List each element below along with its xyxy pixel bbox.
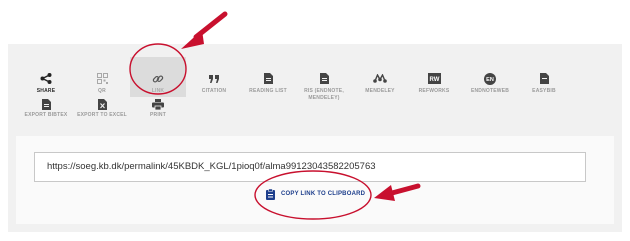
refworks-icon: RW: [406, 73, 462, 84]
quote-icon: [186, 73, 242, 84]
endnoteweb-icon: EN: [462, 72, 518, 85]
excel-icon: [74, 99, 130, 110]
copy-link-button[interactable]: COPY LINK TO CLIPBOARD: [262, 186, 366, 204]
link-icon: [130, 73, 186, 84]
clipboard-icon: [266, 189, 275, 200]
mendeley-icon: [352, 73, 408, 84]
easybib-icon: [516, 73, 572, 84]
document-icon: [18, 99, 74, 110]
easybib-label: EASYBIB: [532, 88, 556, 94]
permalink-field[interactable]: https://soeg.kb.dk/permalink/45KBDK_KGL/…: [34, 152, 586, 182]
easybib-action[interactable]: EASYBIB: [516, 57, 572, 97]
document-icon: [296, 73, 352, 84]
endnoteweb-badge-text: EN: [486, 77, 494, 83]
permalink-url: https://soeg.kb.dk/permalink/45KBDK_KGL/…: [47, 161, 376, 172]
refworks-badge-text: RW: [429, 77, 439, 83]
document-icon: [240, 73, 296, 84]
print-icon: [130, 99, 186, 110]
share-icon: [18, 73, 74, 84]
qr-code-icon: [74, 73, 130, 84]
copy-link-label: COPY LINK TO CLIPBOARD: [281, 191, 366, 197]
print-action[interactable]: PRINT: [130, 96, 186, 136]
print-label: PRINT: [150, 112, 166, 118]
